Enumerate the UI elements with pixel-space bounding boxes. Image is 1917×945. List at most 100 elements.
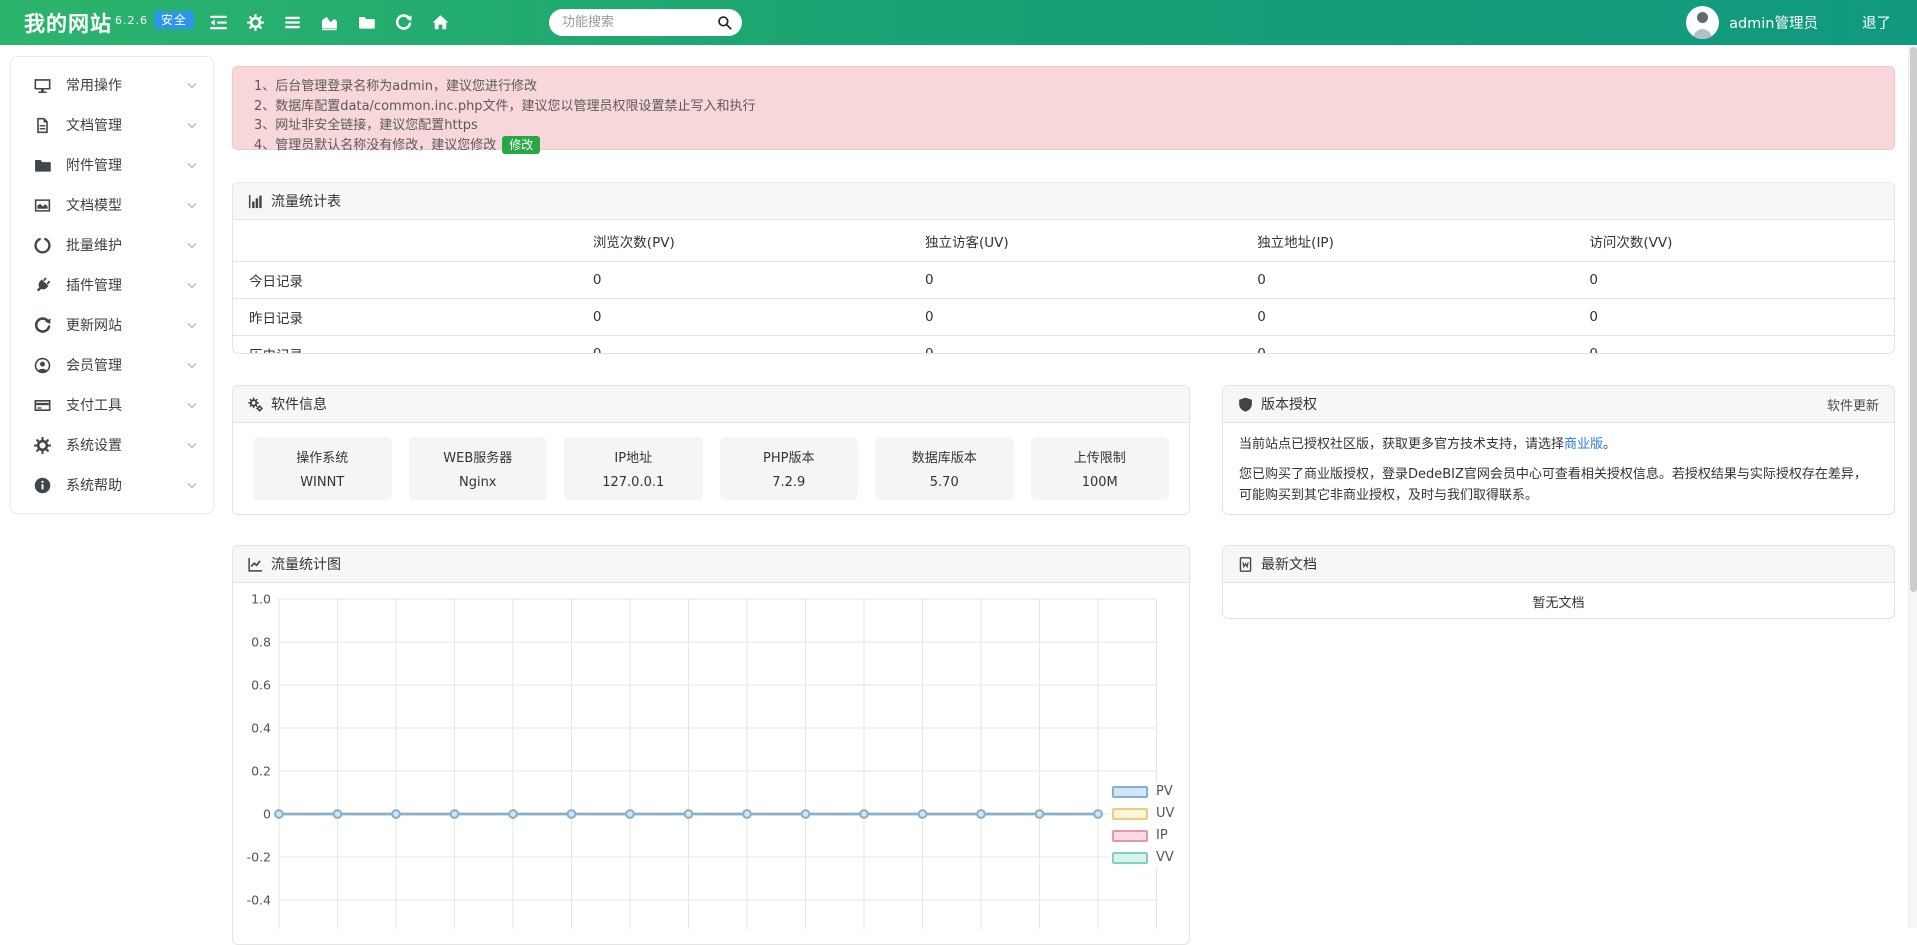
file-word-icon [1238, 557, 1253, 572]
panel-header: 最新文档 [1223, 546, 1894, 583]
legend-swatch [1112, 786, 1148, 798]
vertical-scrollbar [1908, 45, 1917, 928]
cell-pv: 0 [577, 262, 909, 299]
legend-label: IP [1156, 828, 1168, 843]
sidebar-toggle-button[interactable] [210, 14, 227, 31]
software-card-upload: 上传限制100M [1031, 437, 1170, 500]
sidebar-item-update-site[interactable]: 更新网站 [11, 305, 213, 345]
scrollbar-thumb[interactable] [1910, 47, 1917, 592]
avatar[interactable] [1686, 6, 1719, 39]
software-update-link[interactable]: 软件更新 [1827, 395, 1879, 414]
line-chart-icon [248, 557, 263, 572]
svg-text:-0.4: -0.4 [247, 893, 271, 908]
alert-line: 3、网址非安全链接，建议您配置https [254, 116, 1873, 136]
sidebar-item-label: 更新网站 [66, 315, 187, 335]
cell-ip: 0 [1241, 262, 1573, 299]
panel-title: 流量统计图 [271, 554, 341, 574]
info-circle-icon [34, 477, 51, 494]
gear-icon [34, 437, 51, 454]
card-label: IP地址 [614, 447, 652, 466]
alert-line: 4、管理员默认名称没有修改，建议您修改修改 [254, 136, 1873, 156]
chevron-down-icon [187, 162, 197, 169]
sidebar-item-common-operations[interactable]: 常用操作 [11, 65, 213, 105]
chevron-down-icon [187, 482, 197, 489]
desktop-icon [34, 77, 51, 94]
plug-icon [34, 277, 51, 294]
col-header-vv: 访问次数(VV) [1573, 220, 1894, 262]
sidebar-item-label: 会员管理 [66, 355, 187, 375]
chevron-down-icon [187, 402, 197, 409]
site-title: 我的网站 [24, 12, 112, 36]
table-row: 昨日记录 0 0 0 0 [233, 299, 1894, 336]
chart-legend: PVUVIPVV [1109, 782, 1177, 867]
legend-item: UV [1112, 806, 1174, 821]
software-card-ip: IP地址 127.0.0.1 [564, 437, 703, 500]
software-cards: 操作系统WINNT WEB服务器Nginx IP地址127.0.0.1 PHP版… [233, 423, 1189, 514]
license-text: 。 [1603, 437, 1616, 452]
cell-vv: 0 [1573, 336, 1894, 355]
traffic-chart-panel: 流量统计图 1.00.80.60.40.20-0.2-0.4 PVUVIPVV [232, 545, 1190, 945]
logout-link[interactable]: 退了 [1862, 12, 1891, 33]
credit-card-icon [34, 397, 51, 414]
refresh-icon [395, 14, 412, 31]
files-button[interactable] [358, 14, 375, 31]
sidebar-item-member-management[interactable]: 会员管理 [11, 345, 213, 385]
search-input[interactable] [549, 9, 742, 36]
sidebar-item-label: 插件管理 [66, 275, 187, 295]
chart-image-icon [34, 197, 51, 214]
sidebar-item-document-management[interactable]: 文档管理 [11, 105, 213, 145]
cell-pv: 0 [577, 336, 909, 355]
sidebar-item-attachment-management[interactable]: 附件管理 [11, 145, 213, 185]
stats-button[interactable] [321, 14, 338, 31]
sidebar-item-batch-maintenance[interactable]: 批量维护 [11, 225, 213, 265]
panel-header: 流量统计表 [233, 183, 1894, 220]
cell-pv: 0 [577, 299, 909, 336]
sidebar-item-system-help[interactable]: 系统帮助 [11, 465, 213, 505]
legend-label: UV [1156, 806, 1174, 821]
sidebar-item-label: 支付工具 [66, 395, 187, 415]
sidebar-item-payment-tools[interactable]: 支付工具 [11, 385, 213, 425]
sidebar-item-plugin-management[interactable]: 插件管理 [11, 265, 213, 305]
sidebar-item-document-models[interactable]: 文档模型 [11, 185, 213, 225]
menu-button[interactable] [284, 14, 301, 31]
sidebar: 常用操作 文档管理 附件管理 文档模型 批量维护 插件管理 更新网站 会员管理 [10, 56, 214, 514]
user-name[interactable]: admin管理员 [1729, 12, 1818, 33]
home-icon [432, 14, 449, 31]
navbar-user-area: admin管理员 退了 [1686, 6, 1917, 39]
alert-line: 1、后台管理登录名称为admin，建议您进行修改 [254, 77, 1873, 97]
svg-text:0.2: 0.2 [251, 764, 271, 779]
latest-docs-panel: 最新文档 暂无文档 [1222, 545, 1895, 619]
svg-text:-0.2: -0.2 [247, 850, 271, 865]
software-card-php: PHP版本7.2.9 [720, 437, 859, 500]
card-label: PHP版本 [763, 447, 814, 466]
card-value: 127.0.0.1 [602, 475, 664, 490]
security-badge[interactable]: 安全 [154, 11, 194, 29]
fix-button[interactable]: 修改 [502, 136, 540, 154]
refresh-button[interactable] [395, 14, 412, 31]
sidebar-item-system-settings[interactable]: 系统设置 [11, 425, 213, 465]
panel-title: 软件信息 [271, 394, 327, 414]
svg-text:0: 0 [263, 807, 271, 822]
commercial-link[interactable]: 商业版 [1564, 437, 1603, 452]
brand: 我的网站6.2.6安全 [24, 8, 194, 38]
card-label: 操作系统 [296, 447, 348, 466]
traffic-chart: 1.00.80.60.40.20-0.2-0.4 [233, 583, 1190, 929]
card-label: 上传限制 [1074, 447, 1126, 466]
software-card-webserver: WEB服务器Nginx [409, 437, 548, 500]
function-search [549, 9, 742, 36]
traffic-stats-panel: 流量统计表 浏览次数(PV) 独立访客(UV) 独立地址(IP) 访问次数(VV… [232, 182, 1895, 354]
search-icon[interactable] [717, 15, 732, 30]
chevron-down-icon [187, 82, 197, 89]
panel-header: 版本授权 软件更新 [1223, 386, 1894, 423]
col-header-pv: 浏览次数(PV) [577, 220, 909, 262]
legend-label: PV [1156, 784, 1173, 799]
chevron-down-icon [187, 122, 197, 129]
top-navbar: 我的网站6.2.6安全 admin管理员 退了 [0, 0, 1917, 45]
refresh-icon [34, 317, 51, 334]
avatar-shoulders [1692, 29, 1713, 39]
home-button[interactable] [432, 14, 449, 31]
sidebar-item-label: 系统帮助 [66, 475, 187, 495]
settings-button[interactable] [247, 14, 264, 31]
sidebar-item-label: 附件管理 [66, 155, 187, 175]
panel-title: 最新文档 [1261, 554, 1317, 574]
